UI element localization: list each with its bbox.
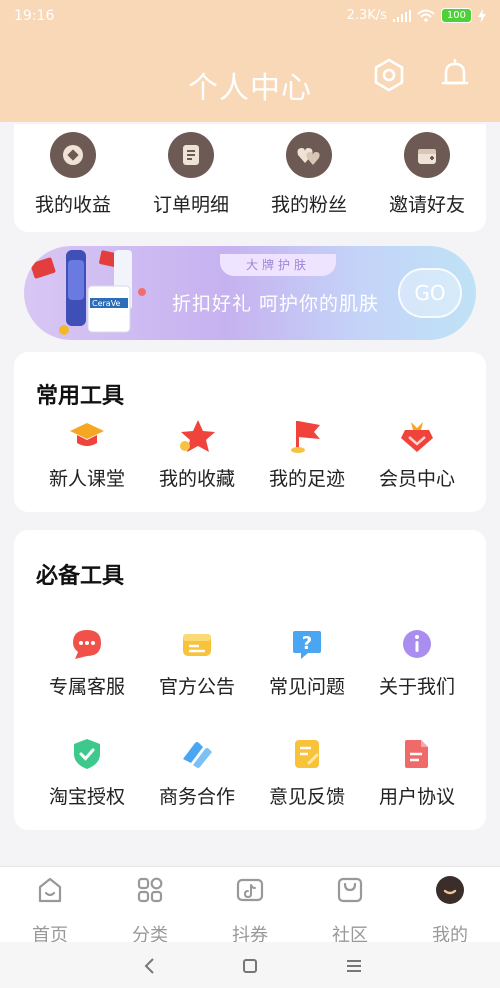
tool-label: 意见反馈 (268, 786, 345, 808)
chat-bubble-icon (67, 624, 107, 664)
info-icon (397, 624, 437, 664)
tool-item-user-agreement[interactable]: 用户协议 (362, 734, 472, 809)
tool-item-favorites[interactable]: 我的收藏 (142, 416, 252, 491)
star-icon (177, 416, 217, 456)
menu-item-label: 订单明细 (152, 194, 229, 216)
menu-item-earnings[interactable]: 我的收益 (14, 132, 132, 217)
hexagon-settings-icon[interactable] (372, 58, 406, 92)
charging-icon (478, 8, 486, 23)
profile-avatar-icon (436, 876, 464, 904)
banner-go-button[interactable]: GO (398, 268, 462, 318)
page-title: 个人中心 (188, 71, 312, 106)
tool-label: 官方公告 (158, 676, 235, 698)
menu-item-label: 我的收益 (34, 194, 111, 216)
graduation-cap-icon (67, 416, 107, 456)
bell-icon[interactable] (438, 58, 472, 92)
tab-community[interactable]: 社区 (300, 875, 400, 947)
menu-item-label: 邀请好友 (388, 194, 465, 216)
community-bag-icon (337, 877, 363, 903)
tab-category[interactable]: 分类 (100, 875, 200, 947)
section-title: 必备工具 (36, 564, 125, 589)
svg-text:?: ? (302, 633, 312, 654)
tab-profile[interactable]: 我的 (400, 875, 500, 947)
feedback-icon (287, 734, 327, 774)
tool-item-faq[interactable]: ? 常见问题 (252, 624, 362, 699)
battery-level: 100 (440, 8, 472, 23)
status-time: 19:16 (14, 8, 55, 24)
status-indicators: 2.3K/s 100 (347, 8, 486, 23)
skincare-products-image: CeraVe (30, 250, 146, 335)
tool-item-business[interactable]: 商务合作 (142, 734, 252, 809)
battery-icon: 100 (440, 8, 472, 23)
menu-item-fans[interactable]: 我的粉丝 (250, 132, 368, 217)
tool-item-newbie-class[interactable]: 新人课堂 (32, 416, 142, 491)
crown-diamond-icon (397, 416, 437, 456)
tool-label: 我的收藏 (158, 468, 235, 490)
tool-label: 专属客服 (48, 676, 125, 698)
gift-icon (404, 132, 450, 178)
tool-item-taobao-auth[interactable]: 淘宝授权 (32, 734, 142, 809)
back-icon[interactable] (138, 954, 162, 978)
tool-item-feedback[interactable]: 意见反馈 (252, 734, 362, 809)
promo-banner[interactable]: CeraVe 大牌护肤 折扣好礼 呵护你的肌肤 GO (24, 246, 476, 340)
signal-icon (392, 9, 411, 22)
category-icon (137, 877, 163, 903)
tab-douyin-coupon[interactable]: 抖券 (200, 875, 300, 947)
top-menu-card: 我的收益 订单明细 我的粉丝 邀请好友 (14, 124, 486, 232)
tool-label: 我的足迹 (268, 468, 345, 490)
coin-icon (50, 132, 96, 178)
tool-label: 关于我们 (378, 676, 455, 698)
section-title: 常用工具 (36, 384, 125, 409)
document-icon (168, 132, 214, 178)
wifi-icon (417, 9, 435, 22)
menu-item-label: 我的粉丝 (270, 194, 347, 216)
header: 个人中心 (0, 36, 500, 122)
menu-item-invite[interactable]: 邀请好友 (368, 132, 486, 217)
banner-tag: 大牌护肤 (220, 254, 336, 276)
handshake-icon (177, 734, 217, 774)
status-bar: 19:16 2.3K/s 100 (0, 0, 500, 36)
network-speed: 2.3K/s (346, 8, 387, 23)
system-navigation-bar (0, 942, 500, 988)
product-brand: CeraVe (92, 299, 121, 308)
tool-item-footprints[interactable]: 我的足迹 (252, 416, 362, 491)
tool-item-customer-service[interactable]: 专属客服 (32, 624, 142, 699)
banner-slogan: 折扣好礼 呵护你的肌肤 (172, 293, 380, 315)
agreement-icon (397, 734, 437, 774)
tool-label: 常见问题 (268, 676, 345, 698)
menu-item-orders[interactable]: 订单明细 (132, 132, 250, 217)
tool-label: 淘宝授权 (48, 786, 125, 808)
tool-item-announcements[interactable]: 官方公告 (142, 624, 252, 699)
tool-label: 新人课堂 (48, 468, 125, 490)
tool-label: 用户协议 (378, 786, 455, 808)
essential-tools-card: 必备工具 专属客服 官方公告 ? 常见问题 关于我们 淘宝授权 商务合作 意见反… (14, 530, 486, 830)
bottom-tab-bar: 首页 分类 抖券 社区 我的 (0, 866, 500, 946)
tool-item-member-center[interactable]: 会员中心 (362, 416, 472, 491)
question-icon: ? (287, 624, 327, 664)
hearts-icon (286, 132, 332, 178)
tool-item-about-us[interactable]: 关于我们 (362, 624, 472, 699)
home-button-icon[interactable] (238, 954, 262, 978)
flag-icon (287, 416, 327, 456)
home-icon (38, 877, 62, 903)
tab-home[interactable]: 首页 (0, 875, 100, 947)
tool-label: 会员中心 (378, 468, 455, 490)
tool-label: 商务合作 (158, 786, 235, 808)
notice-icon (177, 624, 217, 664)
menu-icon[interactable] (342, 954, 366, 978)
douyin-coupon-icon (236, 878, 264, 902)
common-tools-card: 常用工具 新人课堂 我的收藏 我的足迹 会员中心 (14, 352, 486, 512)
shield-check-icon (67, 734, 107, 774)
